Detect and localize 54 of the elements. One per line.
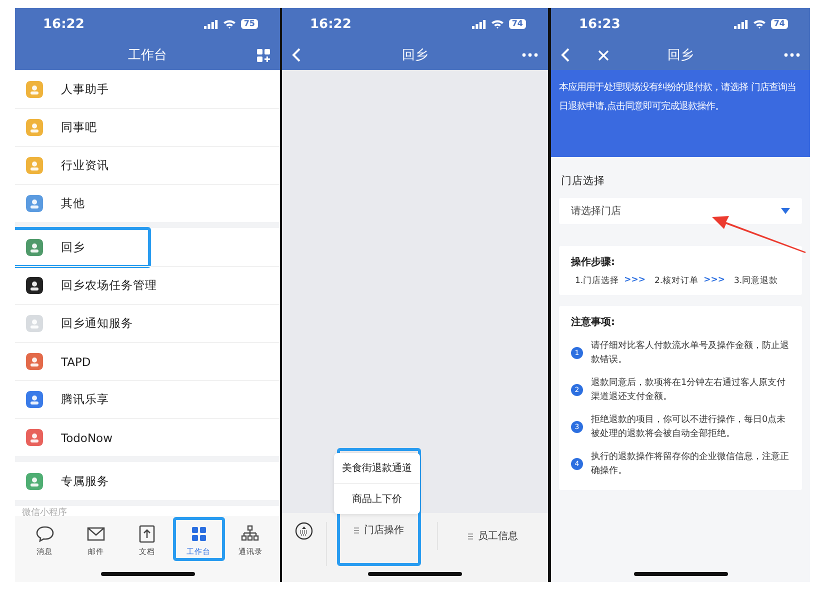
signal-icon [472, 20, 486, 28]
keyboard-toggle-icon[interactable] [295, 522, 313, 540]
card-title: 注意事项: [571, 315, 616, 329]
note-text: 退款同意后，款项将在1分钟左右通过客人原支付渠道退还支付金额。 [591, 376, 787, 404]
card-title: 操作步骤: [571, 256, 616, 269]
app-item[interactable]: 人事助手 [15, 70, 280, 108]
menu-lines-icon [354, 526, 359, 534]
back-icon[interactable] [292, 48, 301, 62]
document-icon [137, 524, 158, 544]
status-time: 16:22 [310, 16, 352, 32]
menu-bar-item[interactable]: 美食街退款通道 商品上下价 门店操作 [337, 448, 421, 566]
app-item[interactable]: 同事吧 [15, 108, 280, 146]
note-text: 执行的退款操作将留存你的企业微信信息，注意正确操作。 [591, 450, 790, 478]
header-title: 回乡 [666, 47, 694, 64]
app-item[interactable]: 回乡通知服务 [15, 304, 280, 342]
app-item[interactable]: 专属服务 [15, 462, 280, 500]
status-time: 16:22 [43, 16, 84, 32]
battery-level: 74 [508, 19, 526, 29]
step-separator: >>> [624, 275, 646, 287]
wifi-icon [490, 19, 504, 29]
status-time: 16:23 [579, 16, 620, 32]
close-icon[interactable] [598, 50, 609, 60]
app-item[interactable]: 回乡农场任务管理 [15, 266, 280, 304]
battery-level: 74 [770, 19, 788, 29]
submenu-item[interactable]: 商品上下价 [334, 483, 420, 514]
app-item[interactable]: 行业资讯 [15, 146, 280, 184]
store-dropdown[interactable]: 请选择门店 [559, 198, 802, 224]
dropdown-caret-icon [781, 208, 790, 214]
step-separator: >>> [704, 275, 725, 287]
add-app-icon[interactable] [257, 48, 270, 62]
step-label: 2.核对订单 [654, 275, 699, 287]
menu-lines-icon [468, 532, 473, 540]
wifi-icon [752, 19, 766, 29]
header-title: 回乡 [401, 47, 429, 64]
more-icon[interactable] [522, 53, 538, 57]
header-title: 工作台 [127, 47, 168, 64]
submenu-item[interactable]: 美食街退款通道 [334, 453, 420, 483]
menu-bar-item[interactable]: 员工信息 [461, 522, 525, 550]
chat-bubble-icon [34, 524, 55, 544]
note-text: 拒绝退款的项目，你可以不进行操作，每日0点未被处理的退款将会被自动全部拒绝。 [591, 414, 787, 441]
signal-icon [204, 20, 218, 28]
step-label: 1.门店选择 [575, 275, 620, 287]
wifi-icon [222, 19, 236, 29]
signal-icon [734, 20, 748, 28]
app-item[interactable]: 腾讯乐享 [15, 380, 280, 418]
more-icon[interactable] [784, 53, 800, 57]
battery-level: 75 [240, 19, 258, 29]
app-item[interactable]: TAPD [15, 342, 280, 380]
note-text: 请仔细对比客人付款流水单号及操作金额，防止退款错误。 [591, 340, 790, 367]
back-icon[interactable] [561, 48, 570, 62]
intro-banner: 本应用用于处理现场没有纠纷的退付款，请选择 门店查询当日退款申请,点击同意即可完成退款操作。 [551, 70, 810, 157]
app-item[interactable]: 回乡 [15, 228, 280, 266]
section-title: 门店选择 [560, 174, 606, 189]
step-label: 3.同意退款 [734, 275, 778, 287]
